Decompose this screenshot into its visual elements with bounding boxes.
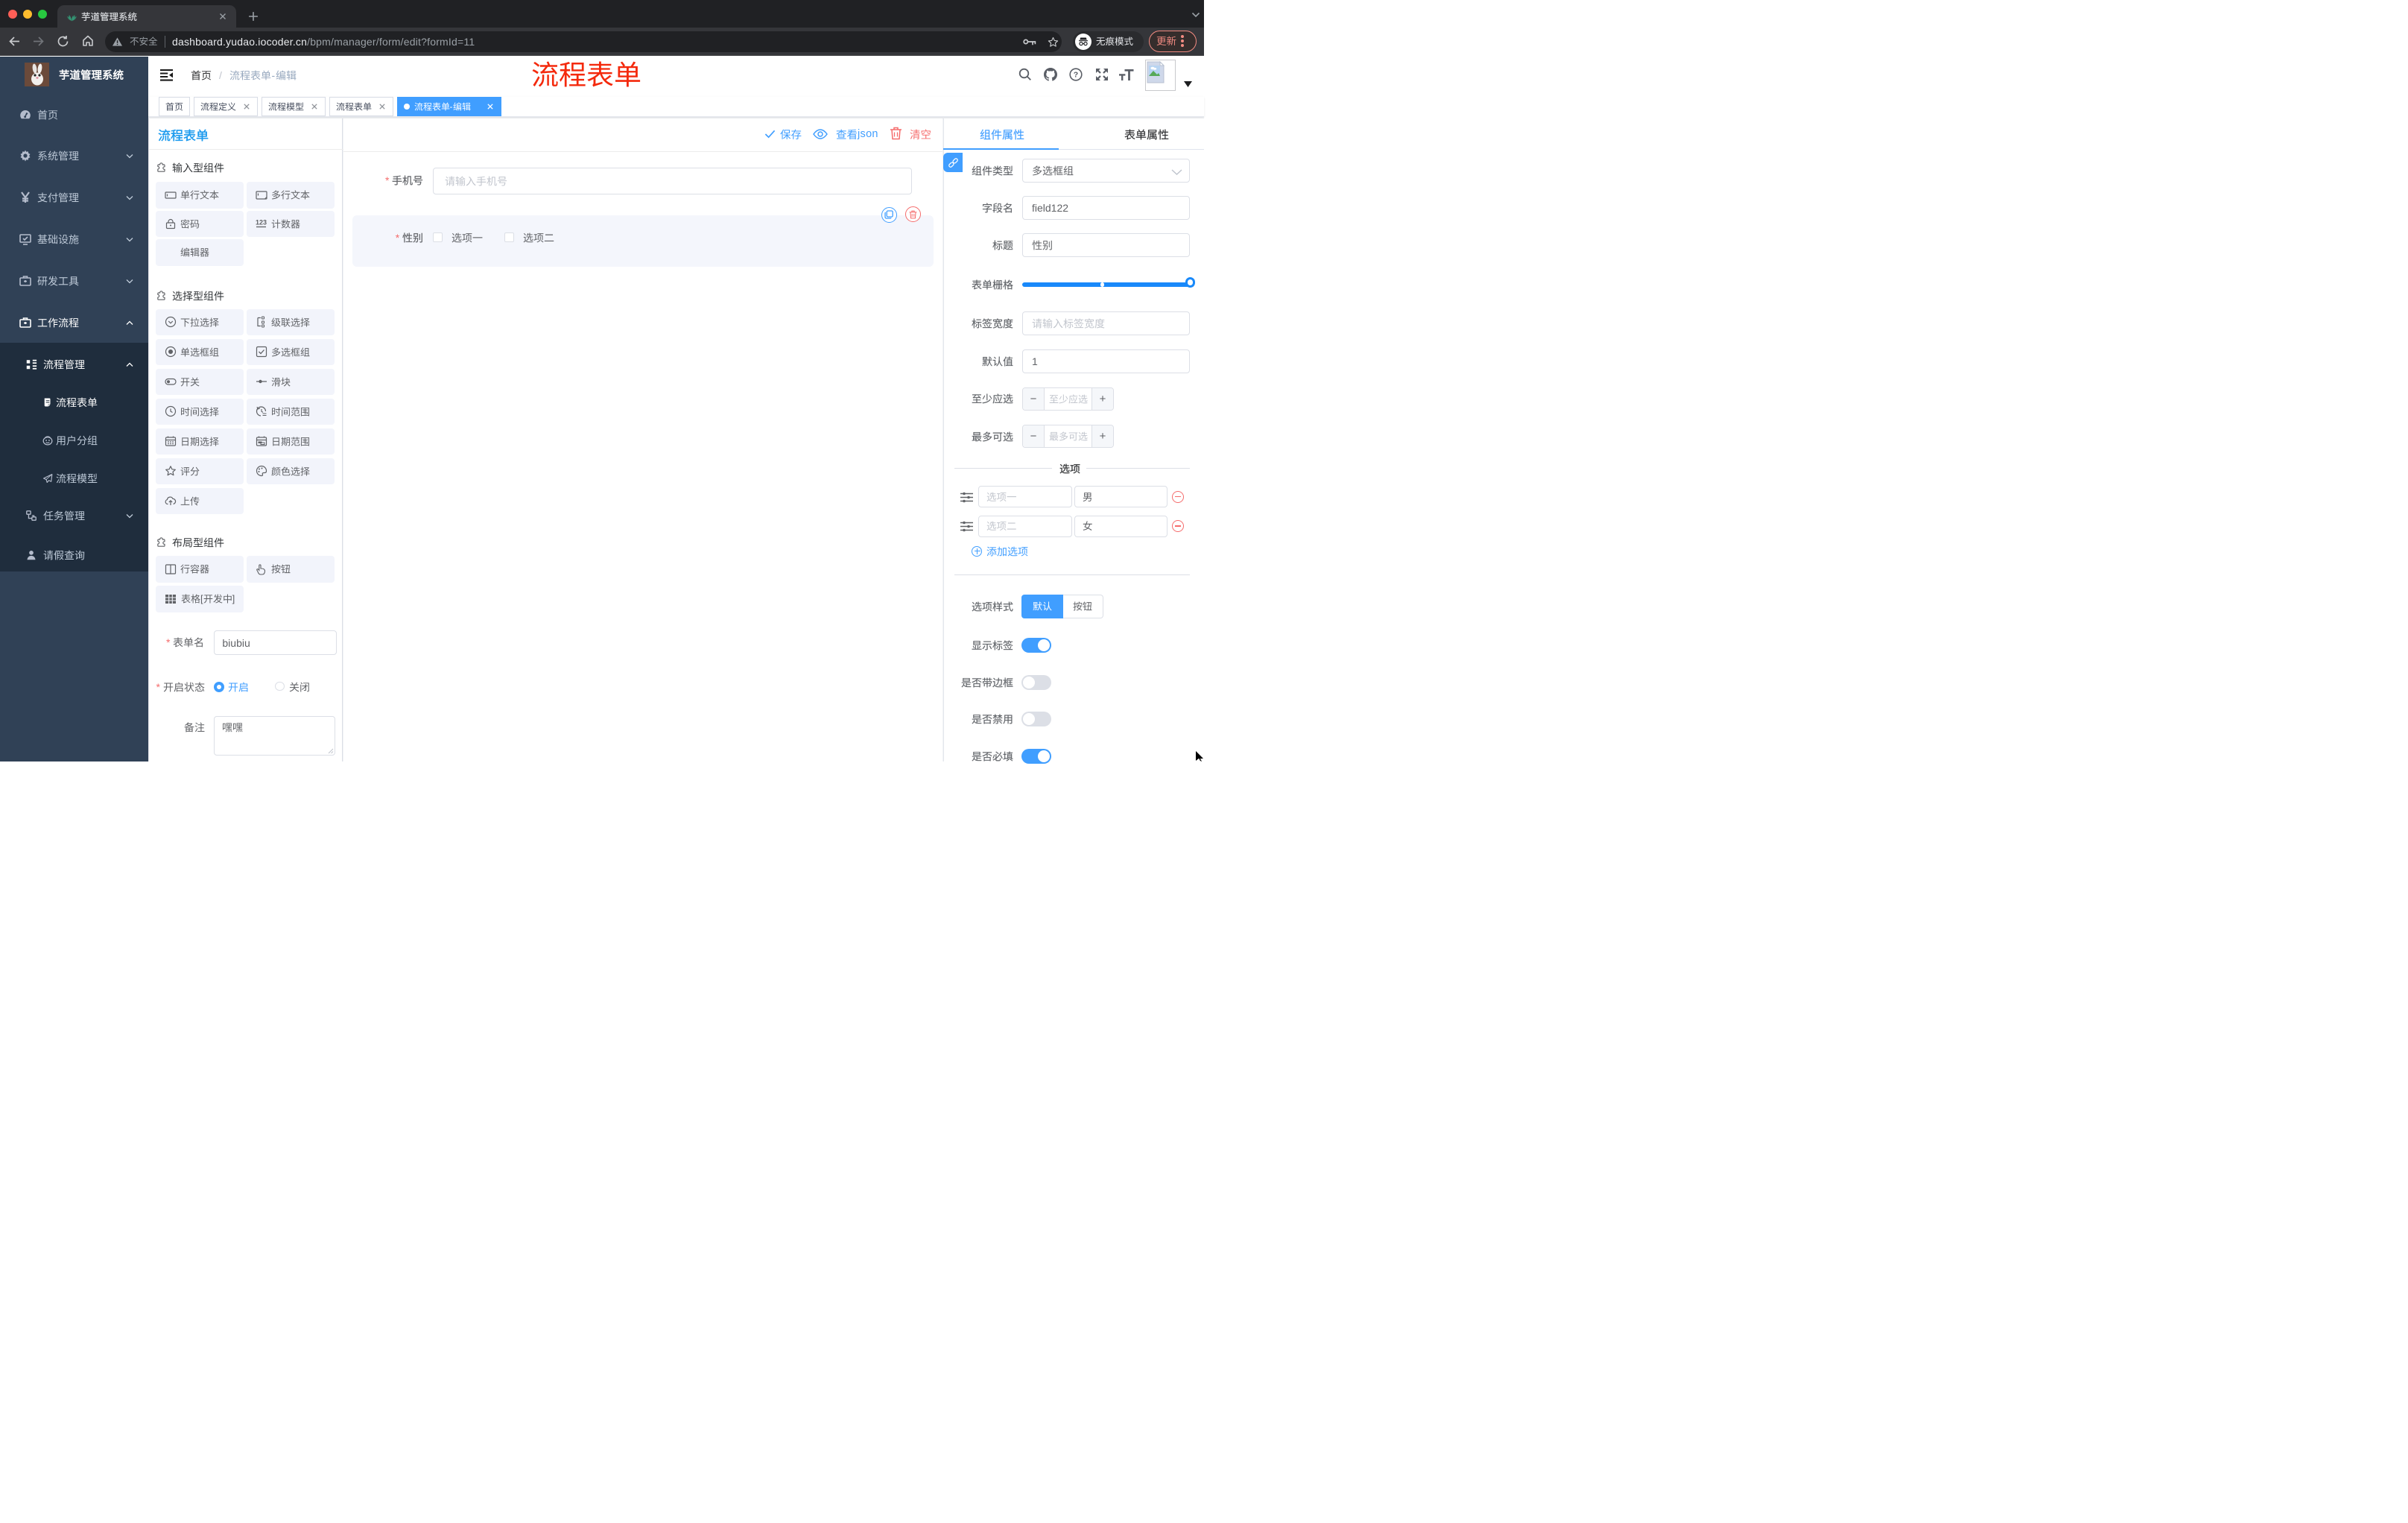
svg-text:123: 123: [256, 219, 267, 227]
svg-text:?: ?: [1074, 71, 1078, 80]
